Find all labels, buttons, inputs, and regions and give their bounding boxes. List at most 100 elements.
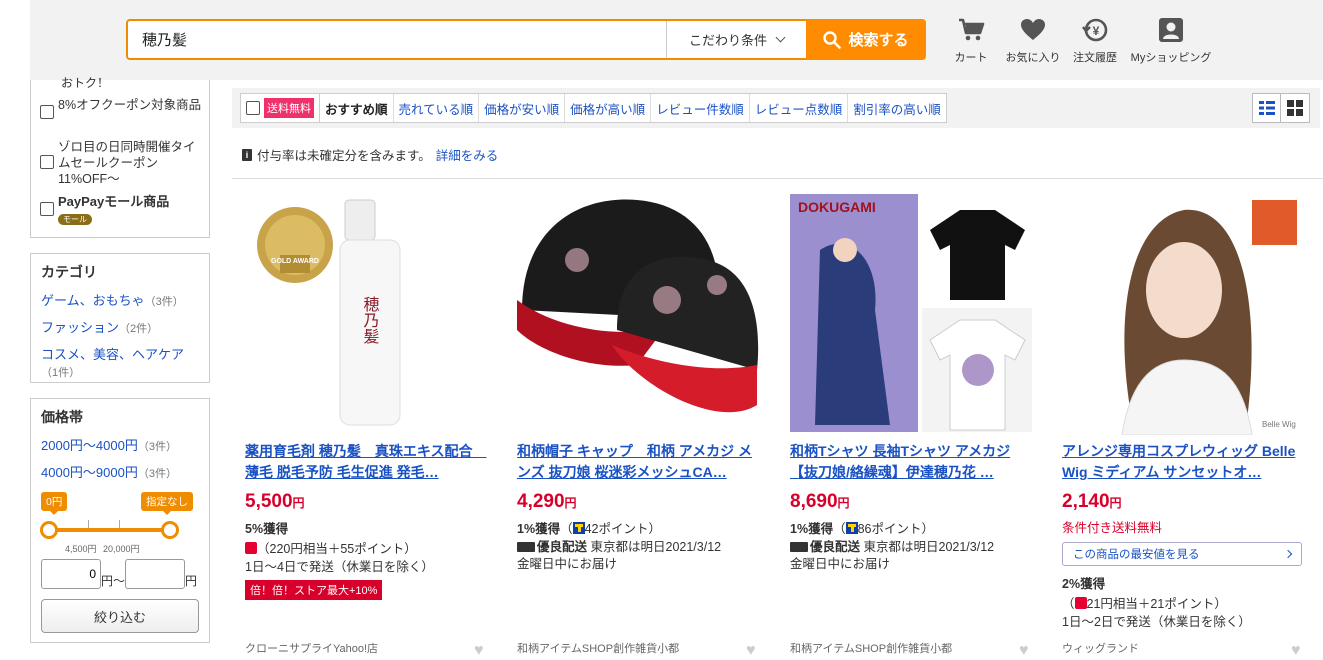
conditional-shipping: 条件付き送料無料	[1062, 521, 1163, 535]
filter-paypay-mall[interactable]: PayPayモール商品 モール	[40, 194, 204, 225]
sort-recommended[interactable]: おすすめ順	[320, 94, 394, 122]
header: こだわり条件 検索する カート お気に入り	[30, 0, 1323, 80]
price-box: 価格帯 2000円〜4000円（3件） 4000円〜9000円（3件） 0円 指…	[30, 398, 210, 643]
checkbox[interactable]	[40, 105, 54, 119]
product-image[interactable]: Belle Wig	[1062, 190, 1307, 436]
points-info: 5%獲得 （220円相当＋55ポイント）	[245, 522, 417, 556]
favorite-heart-icon[interactable]: ♥	[474, 642, 490, 659]
cart-icon	[959, 18, 985, 41]
search-button[interactable]: 検索する	[806, 19, 926, 60]
store-name[interactable]: ウィッグランド	[1062, 640, 1307, 656]
search-input[interactable]	[128, 21, 666, 58]
lowest-price-button[interactable]: この商品の最安値を見る	[1062, 542, 1302, 566]
free-shipping-filter[interactable]: 送料無料	[241, 94, 320, 122]
t-point-icon	[572, 522, 585, 534]
checkbox[interactable]	[40, 155, 54, 169]
points-detail[interactable]: （21円相当＋21ポイント）	[1062, 597, 1227, 611]
slider-max-handle[interactable]	[161, 521, 179, 539]
product-card: DOKUGAMI 和柄Tシャツ 長袖Tシャツ アメカジ【抜刀娘/絡繰魂】伊達穂乃…	[790, 190, 1035, 659]
checkbox[interactable]	[246, 101, 260, 115]
sort-toolbar: 送料無料 おすすめ順 売れている順 価格が安い順 価格が高い順 レビュー件数順 …	[232, 88, 1320, 128]
product-image[interactable]: GOLD AWARD 穂乃髪	[245, 190, 490, 435]
points-detail[interactable]: （220円相当＋55ポイント）	[245, 542, 417, 556]
cut-text: おトク！	[61, 76, 110, 90]
chevron-right-icon	[1283, 549, 1293, 559]
price-slider[interactable]: 0円 指定なし 4,500円 20,000円	[40, 492, 201, 554]
product-title[interactable]: アレンジ専用コスプレウィッグ Belle Wig ミディアム サンセットオ…	[1062, 441, 1307, 483]
points-notice: i 付与率は未確定分を含みます。 詳細をみる	[242, 145, 498, 164]
favorites-link[interactable]: お気に入り	[1002, 16, 1064, 65]
store-name[interactable]: クローニサプライYahoo!店	[245, 640, 490, 656]
sort-price-high[interactable]: 価格が高い順	[565, 94, 652, 122]
product-price: 8,690円	[790, 491, 850, 512]
cart-label: カート	[954, 52, 988, 64]
grid-view-button[interactable]	[1281, 94, 1309, 122]
checkbox[interactable]	[40, 202, 54, 216]
promo-badge: 倍！倍！ストア最大+10%	[245, 580, 383, 600]
product-title[interactable]: 和柄Tシャツ 長袖Tシャツ アメカジ【抜刀娘/絡繰魂】伊達穂乃花 …	[790, 441, 1035, 483]
notice-detail-link[interactable]: 詳細をみる	[436, 145, 499, 164]
narrow-down-button[interactable]: 絞り込む	[41, 599, 199, 633]
cart-link[interactable]: カート	[940, 16, 1002, 65]
info-icon: i	[242, 148, 252, 161]
sort-review-count[interactable]: レビュー件数順	[651, 94, 750, 122]
max-price-input[interactable]	[125, 559, 186, 589]
history-icon: ¥	[1082, 18, 1108, 42]
kodawari-label: こだわり条件	[688, 33, 767, 48]
shipping-info: 1日〜2日で発送（休業日を除く）	[1062, 615, 1251, 629]
max-price-tag: 指定なし	[141, 492, 193, 515]
points-info[interactable]: 1%獲得（ 42ポイント）	[517, 519, 762, 539]
sort-discount[interactable]: 割引率の高い順	[848, 94, 946, 122]
sort-price-low[interactable]: 価格が安い順	[479, 94, 566, 122]
category-title: カテゴリ	[41, 264, 97, 280]
points-info: 2%獲得 （21円相当＋21ポイント）	[1062, 577, 1227, 611]
price-range-4000-9000[interactable]: 4000円〜9000円（3件）	[41, 460, 199, 487]
slider-tick-label: 4,500円	[65, 544, 97, 554]
favorite-heart-icon[interactable]: ♥	[1019, 642, 1035, 659]
filter-label: ゾロ目の日同時開催タイムセールクーポン 11%OFF〜	[58, 140, 196, 186]
category-item-games[interactable]: ゲーム、おもちゃ（3件）	[41, 288, 199, 315]
product-image[interactable]: DOKUGAMI	[790, 190, 1035, 435]
sort-review-score[interactable]: レビュー点数順	[750, 94, 849, 122]
filter-coupon-8[interactable]: 8%オフクーポン対象商品	[40, 97, 204, 119]
product-price: 5,500円	[245, 491, 305, 512]
notice-text: 付与率は未確定分を含みます。	[257, 149, 431, 163]
product-card: 和柄帽子 キャップ 和柄 アメカジ メンズ 抜刀娘 桜迷彩メッシュCA… 4,2…	[517, 190, 762, 659]
favorites-label: お気に入り	[1005, 52, 1061, 64]
product-card: GOLD AWARD 穂乃髪 薬用育毛剤 穂乃髪 真珠エキス配合 薄毛 脱毛予防…	[245, 190, 490, 659]
order-history-link[interactable]: ¥ 注文履歴	[1064, 16, 1126, 65]
sort-group: 送料無料 おすすめ順 売れている順 価格が安い順 価格が高い順 レビュー件数順 …	[240, 93, 947, 123]
heart-icon	[1021, 19, 1045, 40]
delivery-info: 優良配送 東京都は明日2021/3/12 金曜日中にお届け	[517, 540, 722, 571]
slider-tick	[88, 520, 89, 528]
product-title[interactable]: 薬用育毛剤 穂乃髪 真珠エキス配合 薄毛 脱毛予防 毛生促進 発毛…	[245, 441, 490, 483]
search-box: こだわり条件 検索する	[126, 19, 926, 60]
product-image[interactable]	[517, 190, 762, 435]
price-range-2000-4000[interactable]: 2000円〜4000円（3件）	[41, 433, 199, 460]
slider-min-handle[interactable]	[40, 521, 58, 539]
favorite-heart-icon[interactable]: ♥	[1291, 642, 1307, 659]
product-price: 2,140円	[1062, 491, 1122, 512]
points-info[interactable]: 1%獲得（ 86ポイント）	[790, 519, 1035, 539]
kodawari-dropdown[interactable]: こだわり条件	[666, 21, 806, 58]
store-name[interactable]: 和柄アイテムSHOP創作雑貨小都	[790, 640, 1035, 656]
filter-timesale-coupon[interactable]: ゾロ目の日同時開催タイムセールクーポン 11%OFF〜	[40, 139, 204, 187]
sort-best-selling[interactable]: 売れている順	[394, 94, 480, 122]
paypay-mall-badge: モール	[58, 214, 92, 225]
slider-tick-label: 20,000円	[103, 544, 140, 554]
price-unit: 円	[185, 574, 198, 588]
favorite-heart-icon[interactable]: ♥	[746, 642, 762, 659]
min-price-input[interactable]	[41, 559, 101, 589]
store-name[interactable]: 和柄アイテムSHOP創作雑貨小都	[517, 640, 762, 656]
product-title[interactable]: 和柄帽子 キャップ 和柄 アメカジ メンズ 抜刀娘 桜迷彩メッシュCA…	[517, 441, 762, 483]
truck-icon	[517, 542, 535, 552]
search-button-label: 検索する	[848, 32, 909, 49]
divider	[232, 178, 1323, 179]
category-item-fashion[interactable]: ファッション（2件）	[41, 315, 199, 342]
min-price-tag: 0円	[41, 492, 68, 515]
category-item-cosmetics[interactable]: コスメ、美容、ヘアケア （1件）	[41, 346, 199, 382]
truck-icon	[790, 542, 808, 552]
product-image-text: DOKUGAMI	[798, 199, 876, 215]
my-shopping-link[interactable]: Myショッピング	[1126, 16, 1216, 65]
list-view-button[interactable]	[1253, 94, 1281, 122]
